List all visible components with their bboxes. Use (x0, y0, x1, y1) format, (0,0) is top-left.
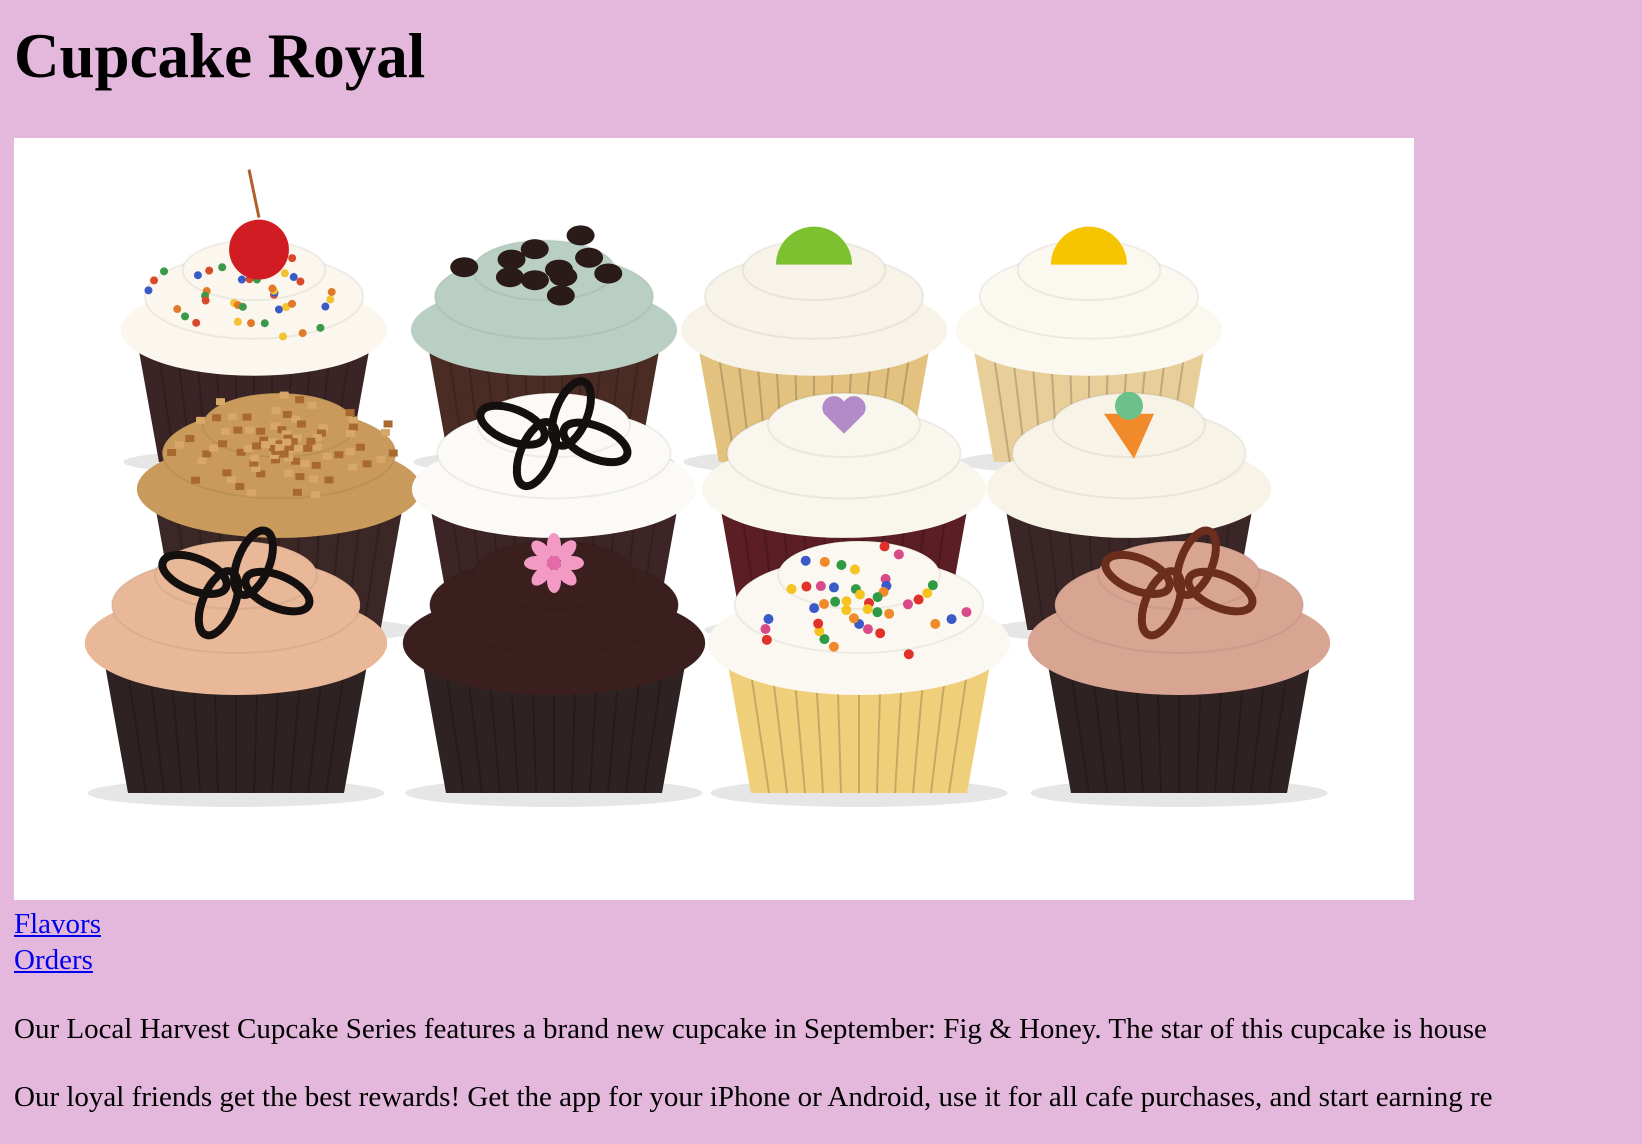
intro-paragraph-harvest-series: Our Local Harvest Cupcake Series feature… (14, 1013, 1487, 1045)
nav-links: Flavors Orders (14, 906, 101, 978)
intro-paragraph-rewards: Our loyal friends get the best rewards! … (14, 1081, 1493, 1113)
page-title: Cupcake Royal (14, 21, 426, 91)
nav-link-orders[interactable]: Orders (14, 942, 101, 978)
cupcake-11 (707, 540, 1011, 807)
cupcakes-illustration (84, 169, 1331, 807)
hero-cupcakes-image (14, 138, 1414, 900)
nav-link-flavors[interactable]: Flavors (14, 906, 101, 942)
